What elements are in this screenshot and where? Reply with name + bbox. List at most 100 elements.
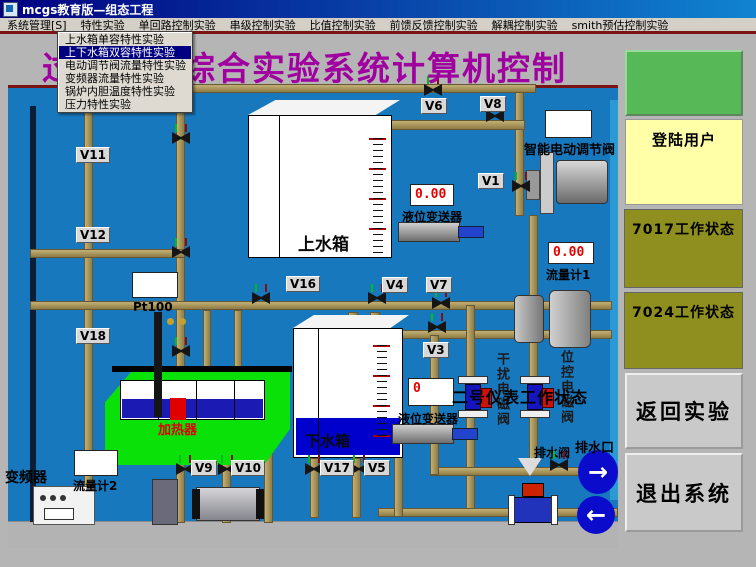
window-title: mcgs教育版—组态工程 <box>22 1 153 18</box>
em-flowmeter-body <box>514 497 552 523</box>
boiler-inner-water <box>122 399 263 418</box>
login-panel: 登陆用户 <box>625 119 743 205</box>
valve-v12[interactable] <box>172 246 190 258</box>
valve-label-v17: V17 <box>320 460 354 476</box>
boiler-grid-line <box>234 380 235 420</box>
login-label: 登陆用户 <box>626 129 742 150</box>
valve-label-v3: V3 <box>423 342 449 358</box>
smart-valve-label: 智能电动调节阀 <box>524 139 615 158</box>
drain-outlet-right-arrow: → <box>578 450 618 494</box>
valve-v1[interactable] <box>512 180 530 192</box>
pump-cap <box>256 489 264 519</box>
solenoid-flange <box>458 376 488 384</box>
heater-element <box>170 398 186 420</box>
boiler-grid-line <box>196 380 197 420</box>
valve-label-v1: V1 <box>478 173 504 189</box>
valve-label-v10: V10 <box>231 460 265 476</box>
dropdown-item-electric-valve-flow[interactable]: 电动调节阀流量特性实验 <box>59 59 191 72</box>
pipe-segment <box>515 92 524 216</box>
valve-label-v9: V9 <box>191 460 217 476</box>
dropdown-item-boiler-temperature[interactable]: 锅炉内胆温度特性实验 <box>59 85 191 98</box>
instrument-status-text: 二号仪表工作状态 <box>452 384 588 408</box>
smart-valve-display <box>545 110 592 138</box>
pipe-segment <box>394 455 403 517</box>
status-7017-panel: 7017工作状态 <box>624 209 743 288</box>
valve-label-v18: V18 <box>76 328 110 344</box>
solenoid-flange <box>520 410 550 418</box>
pipe-segment <box>390 120 525 130</box>
exit-system-button[interactable]: 退出系统 <box>625 453 743 532</box>
em-flowmeter-head <box>522 483 544 497</box>
pt100-display <box>132 272 178 298</box>
heater-label: 加热器 <box>158 419 197 438</box>
valve-label-v16: V16 <box>286 276 320 292</box>
drain-valve[interactable] <box>550 459 568 471</box>
inverter-label: 变频器 <box>5 467 47 487</box>
inverter-knob <box>40 495 46 501</box>
em-flowmeter-flange <box>551 495 558 525</box>
upper-level-transmitter-label: 液位变送器 <box>402 208 462 225</box>
dropdown-item-inverter-flow[interactable]: 变频器流量特性实验 <box>59 72 191 85</box>
electrode-terminal <box>167 318 174 325</box>
pump-cylinder <box>196 487 260 521</box>
pump-device <box>549 290 591 348</box>
valve-label-v8: V8 <box>480 96 506 112</box>
dropdown-item-upper-lower-tank-double[interactable]: 上下水箱双容特性实验 <box>59 46 191 59</box>
valve-v3[interactable] <box>428 321 446 333</box>
flow2-label: 流量计2 <box>73 477 117 494</box>
inverter-knob <box>60 495 66 501</box>
valve-v16[interactable] <box>252 292 270 304</box>
upper-level-sensor <box>398 222 460 242</box>
diagram-floor <box>8 521 618 548</box>
pipe-segment <box>30 249 185 258</box>
dropdown-item-pressure[interactable]: 压力特性实验 <box>59 98 191 111</box>
valve-v18[interactable] <box>172 345 190 357</box>
valve-label-v4: V4 <box>382 277 408 293</box>
lower-level-sensor-tip <box>452 428 478 440</box>
left-manifold-wall <box>30 106 36 522</box>
status-7017-title: 7017工作状态 <box>625 219 742 239</box>
boiler-top-frame <box>112 366 292 372</box>
smart-valve-motor <box>556 160 608 204</box>
flow1-display: 0.00 <box>548 242 594 264</box>
upper-tank-wall-line <box>279 116 280 257</box>
valve-v11[interactable] <box>172 132 190 144</box>
flow2-display <box>74 450 118 476</box>
lower-level-sensor <box>392 424 454 444</box>
datetime-panel <box>625 50 743 116</box>
smart-valve-flange <box>540 152 554 214</box>
pump-cap <box>192 489 200 519</box>
flow1-label: 流量计1 <box>546 266 590 283</box>
upper-tank-label: 上水箱 <box>298 230 349 255</box>
dropdown-item-upper-tank-single[interactable]: 上水箱单容特性实验 <box>59 33 191 46</box>
drain-outlet-label: 排水口 <box>575 437 614 456</box>
pipe-segment <box>234 310 242 372</box>
electrode-terminal <box>179 318 186 325</box>
lower-tank-label: 下水箱 <box>305 430 350 451</box>
valve-label-v11: V11 <box>76 147 110 163</box>
pt100-label: Pt100 <box>133 300 173 314</box>
solenoid-flange <box>458 410 488 418</box>
valve-v7[interactable] <box>432 297 450 309</box>
app-icon <box>3 2 18 17</box>
pump-bracket <box>152 479 178 525</box>
inverter-knob <box>50 495 56 501</box>
valve-label-v6: V6 <box>421 98 447 114</box>
valve-label-v5: V5 <box>364 460 390 476</box>
lower-tank-scale <box>366 345 390 440</box>
status-7024-title: 7024工作状态 <box>625 302 742 322</box>
drain-outlet-left-arrow: ← <box>577 496 615 534</box>
valve-label-v7: V7 <box>426 277 452 293</box>
valve-v4[interactable] <box>368 292 386 304</box>
lower-level-display: 0 <box>408 378 454 406</box>
title-bar[interactable]: mcgs教育版—组态工程 <box>0 0 756 18</box>
lower-level-transmitter-label: 液位变送器 <box>398 410 458 427</box>
inverter-slot <box>44 508 74 520</box>
return-experiment-button[interactable]: 返回实验 <box>625 373 743 449</box>
pipe-segment <box>203 310 211 372</box>
upper-level-display: 0.00 <box>410 184 454 206</box>
pt100-probe <box>154 312 162 417</box>
upper-level-sensor-tip <box>458 226 484 238</box>
flowmeter1-device <box>514 295 544 343</box>
characteristic-experiment-dropdown: 上水箱单容特性实验 上下水箱双容特性实验 电动调节阀流量特性实验 变频器流量特性… <box>57 31 193 113</box>
